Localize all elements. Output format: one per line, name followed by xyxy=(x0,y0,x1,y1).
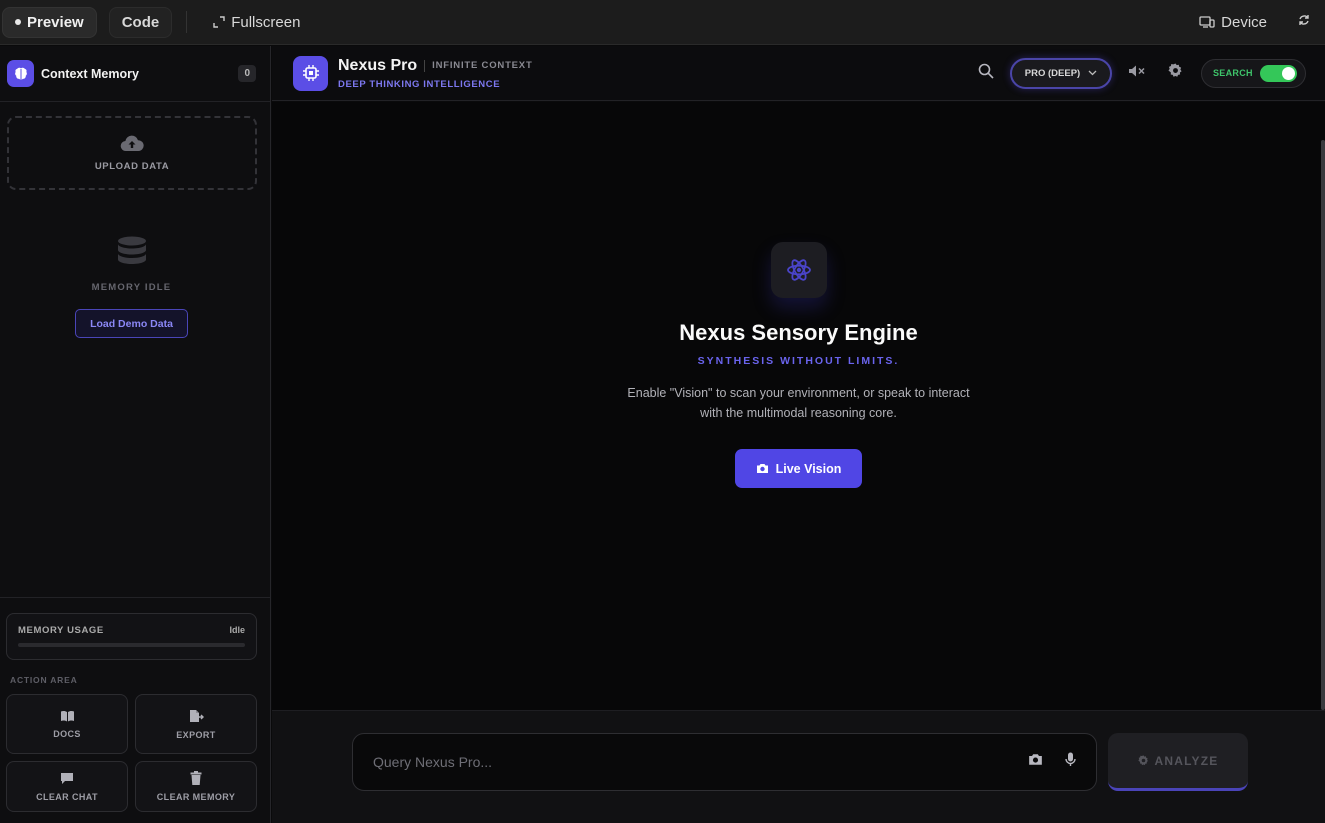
brand-subtitle: INFINITE CONTEXT xyxy=(432,60,533,71)
cpu-chip-icon xyxy=(293,55,328,91)
app-header: Nexus Pro INFINITE CONTEXT DEEP THINKING… xyxy=(272,46,1325,101)
hero-description: Enable "Vision" to scan your environment… xyxy=(627,383,969,423)
clear-chat-button[interactable]: CLEAR CHAT xyxy=(6,761,128,812)
attach-camera-button[interactable] xyxy=(1028,753,1043,771)
trash-icon xyxy=(190,771,202,785)
refresh-button[interactable] xyxy=(1297,13,1311,31)
device-icon xyxy=(1199,16,1215,28)
hero-subtitle: SYNTHESIS WITHOUT LIMITS. xyxy=(697,355,900,367)
docs-button[interactable]: DOCS xyxy=(6,694,128,754)
load-demo-data-button[interactable]: Load Demo Data xyxy=(75,309,188,338)
memory-count-badge: 0 xyxy=(238,65,256,82)
query-box xyxy=(352,733,1097,791)
memory-usage-card: MEMORY USAGE Idle xyxy=(6,613,257,660)
sidebar-title: Context Memory xyxy=(41,66,139,81)
gear-icon xyxy=(1137,755,1148,766)
brain-icon xyxy=(7,60,34,87)
device-label: Device xyxy=(1221,13,1267,31)
hero-description-line-2: with the multimodal reasoning core. xyxy=(700,406,897,420)
hero-description-line-1: Enable "Vision" to scan your environment… xyxy=(627,386,970,400)
microphone-button[interactable] xyxy=(1065,752,1076,772)
device-button[interactable]: Device xyxy=(1187,7,1279,38)
clear-chat-label: CLEAR CHAT xyxy=(36,791,98,802)
expand-icon xyxy=(213,16,225,28)
chat-main-area: Nexus Sensory Engine SYNTHESIS WITHOUT L… xyxy=(272,102,1325,710)
header-controls: PRO (DEEP) SEARCH xyxy=(978,57,1306,89)
clear-memory-button[interactable]: CLEAR MEMORY xyxy=(135,761,257,812)
atom-icon xyxy=(770,242,827,298)
search-toggle[interactable]: SEARCH xyxy=(1201,58,1306,88)
mute-button[interactable] xyxy=(1128,64,1146,83)
topbar-divider xyxy=(186,11,188,33)
hero-title: Nexus Sensory Engine xyxy=(679,320,918,345)
brand-tagline: DEEP THINKING INTELLIGENCE xyxy=(338,78,501,90)
context-memory-sidebar: Context Memory 0 UPLOAD DATA MEMORY IDLE… xyxy=(0,46,271,823)
clear-memory-label: CLEAR MEMORY xyxy=(156,792,236,802)
search-toggle-switch[interactable] xyxy=(1260,64,1297,82)
analyze-button[interactable]: ANALYZE xyxy=(1108,733,1248,791)
chat-icon xyxy=(61,772,73,784)
file-export-icon xyxy=(189,709,204,722)
brand-block: Nexus Pro INFINITE CONTEXT DEEP THINKING… xyxy=(338,57,533,90)
sidebar-bottom: MEMORY USAGE Idle ACTION AREA DOCS EXPOR… xyxy=(0,597,270,823)
preview-label: Preview xyxy=(27,13,84,31)
microphone-icon xyxy=(1065,752,1076,766)
live-vision-button[interactable]: Live Vision xyxy=(735,449,862,488)
camera-icon xyxy=(1029,754,1042,765)
code-tab[interactable]: Code xyxy=(108,6,173,38)
memory-usage-label: MEMORY USAGE xyxy=(18,625,104,636)
search-button[interactable] xyxy=(978,63,994,84)
topbar-right: Device xyxy=(1187,7,1325,38)
live-vision-label: Live Vision xyxy=(775,461,842,476)
query-input[interactable] xyxy=(373,754,1028,770)
upload-data-dropzone[interactable]: UPLOAD DATA xyxy=(7,116,257,190)
speaker-mute-icon xyxy=(1129,65,1145,76)
fullscreen-button[interactable]: Fullscreen xyxy=(201,7,312,38)
cloud-upload-icon xyxy=(120,135,144,151)
memory-idle-state: MEMORY IDLE Load Demo Data xyxy=(0,236,263,338)
memory-idle-label: MEMORY IDLE xyxy=(91,282,172,293)
model-mode-label: PRO (DEEP) xyxy=(1024,67,1081,79)
toggle-knob xyxy=(1282,66,1295,80)
preview-tab[interactable]: Preview xyxy=(2,6,97,38)
sidebar-header: Context Memory 0 xyxy=(0,46,270,102)
action-area-label: ACTION AREA xyxy=(10,675,78,685)
code-label: Code xyxy=(121,13,160,31)
preview-dot-icon xyxy=(15,19,21,25)
model-mode-select[interactable]: PRO (DEEP) xyxy=(1010,57,1112,89)
memory-usage-bar xyxy=(18,643,245,647)
brand-divider xyxy=(424,59,426,72)
gear-icon xyxy=(1168,63,1182,77)
fullscreen-label: Fullscreen xyxy=(231,13,301,31)
search-toggle-label: SEARCH xyxy=(1213,68,1253,78)
database-icon xyxy=(117,236,146,264)
refresh-icon xyxy=(1299,15,1309,25)
camera-icon xyxy=(756,464,768,473)
top-bar: Preview Code Fullscreen Device xyxy=(0,0,1325,45)
search-icon xyxy=(978,63,994,79)
docs-label: DOCS xyxy=(53,728,81,739)
brand-name: Nexus Pro xyxy=(338,56,418,74)
settings-button[interactable] xyxy=(1168,63,1183,83)
book-icon xyxy=(60,710,74,721)
export-label: EXPORT xyxy=(176,729,216,740)
export-button[interactable]: EXPORT xyxy=(135,694,257,754)
chevron-down-icon xyxy=(1088,70,1097,76)
memory-usage-status: Idle xyxy=(229,625,245,635)
upload-data-label: UPLOAD DATA xyxy=(94,160,170,172)
analyze-label: ANALYZE xyxy=(1154,753,1219,768)
welcome-hero: Nexus Sensory Engine SYNTHESIS WITHOUT L… xyxy=(272,242,1325,488)
input-footer: ANALYZE xyxy=(272,710,1325,823)
